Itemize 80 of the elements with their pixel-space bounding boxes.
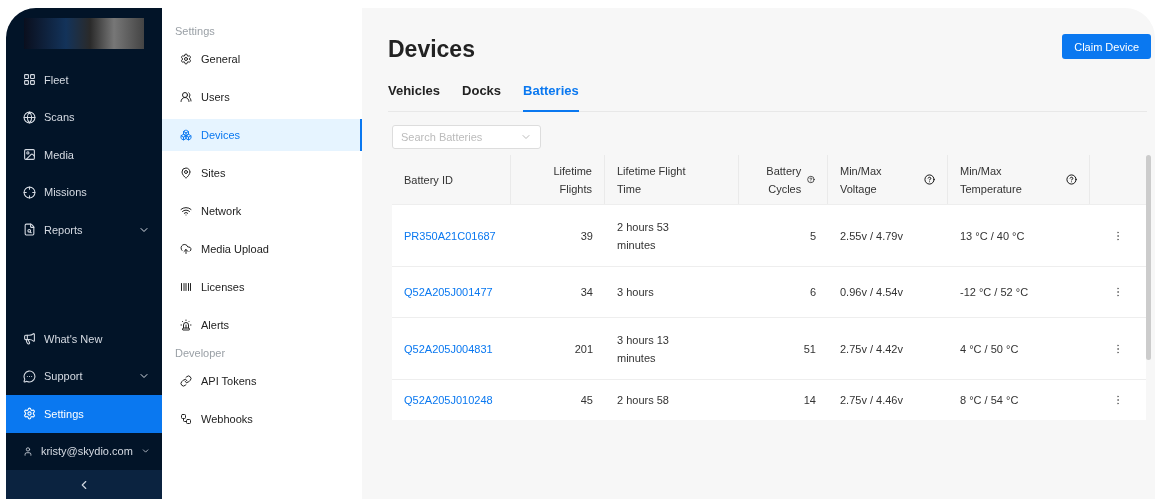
sidebar-item[interactable]: Settings — [6, 395, 162, 433]
table-cell-text: 3 hours 13 minutes — [616, 332, 670, 366]
table-cell-text: 2 hours 58 — [616, 393, 670, 408]
claim-device-button[interactable]: Claim Device — [1062, 34, 1151, 59]
table-cell-text: -12 °C / 52 °C — [959, 285, 1030, 300]
menu-item[interactable]: Alerts — [162, 309, 362, 341]
menu-item[interactable]: General — [162, 43, 362, 75]
table-cell-text: 2.75v / 4.46v — [839, 393, 904, 408]
table-cell-text: 14 — [802, 393, 817, 408]
sidebar-item[interactable]: Media — [6, 136, 162, 174]
boxes-icon — [180, 129, 192, 141]
help-icon[interactable] — [924, 174, 935, 185]
column-header: Battery ID — [404, 172, 453, 188]
barcode-icon — [180, 281, 192, 293]
menu-item[interactable]: Media Upload — [162, 233, 362, 265]
tab[interactable]: Docks — [462, 77, 502, 112]
search-field[interactable]: Search Batteries — [392, 125, 541, 149]
table-cell-text: 0.96v / 4.54v — [839, 285, 904, 300]
page-title: Devices — [388, 36, 475, 63]
menu-item[interactable]: Webhooks — [162, 403, 362, 435]
battery-id-link[interactable]: Q52A205J010248 — [392, 391, 511, 409]
battery-id-link[interactable]: PR350A21C01687 — [392, 226, 511, 245]
column-header: Lifetime Flight Time — [617, 163, 687, 197]
battery-id-link[interactable]: Q52A205J001477 — [392, 283, 511, 301]
sidebar-item[interactable]: Reports — [6, 211, 162, 249]
table-cell-text: 3 hours — [616, 285, 655, 300]
file-search-icon — [23, 223, 36, 237]
menu-item[interactable]: Devices — [162, 119, 362, 151]
table-cell-text: 6 — [808, 285, 817, 300]
map-pin-icon — [180, 167, 192, 179]
sidebar-item[interactable]: Support — [6, 357, 162, 395]
table-cell-text: 34 — [579, 285, 594, 300]
table-cell-text: 13 °C / 40 °C — [959, 228, 1026, 244]
image-icon — [23, 148, 36, 162]
sidebar-item[interactable]: kristy@skydio.com — [6, 432, 162, 470]
grid-icon — [23, 73, 36, 87]
megaphone-icon — [23, 332, 36, 346]
column-header: Min/Max Voltage — [840, 163, 883, 197]
menu-item[interactable]: Network — [162, 195, 362, 227]
menu-item[interactable]: Users — [162, 81, 362, 113]
globe-icon — [23, 110, 36, 124]
menu-heading: Developer — [174, 346, 227, 361]
workflow-icon — [180, 413, 192, 425]
siren-icon — [180, 319, 192, 331]
scrollbar-thumb[interactable] — [1146, 155, 1151, 360]
sidebar-item[interactable]: Scans — [6, 98, 162, 136]
table-cell-text: 39 — [579, 228, 594, 244]
users-icon — [180, 91, 192, 103]
crosshair-icon — [23, 185, 36, 199]
table-cell-text: 5 — [808, 228, 817, 244]
table-cell-text: 4 °C / 50 °C — [959, 341, 1020, 357]
table-cell-text: 8 °C / 54 °C — [959, 393, 1020, 408]
settings-icon — [180, 53, 192, 65]
chat-bubble-icon — [23, 369, 36, 383]
cloud-upload-icon — [180, 243, 192, 255]
table-cell-text: 2.55v / 4.79v — [839, 228, 904, 244]
sidebar-item[interactable]: Fleet — [6, 61, 162, 99]
tab[interactable]: Vehicles — [388, 77, 441, 112]
column-header: Lifetime Flights — [552, 163, 592, 197]
table-cell-text: 51 — [802, 341, 817, 357]
user-icon — [23, 444, 33, 458]
menu-heading: Settings — [174, 24, 216, 39]
table-cell-text: 2 hours 53 minutes — [616, 219, 670, 253]
help-icon[interactable] — [807, 174, 815, 185]
tab[interactable]: Batteries — [523, 77, 579, 112]
table-cell-text: 45 — [579, 393, 594, 408]
help-icon[interactable] — [1066, 174, 1077, 185]
settings-icon — [23, 407, 36, 421]
column-header: Battery Cycles — [765, 163, 802, 197]
table-cell-text: 201 — [573, 341, 594, 357]
table-cell-text: 2.75v / 4.42v — [839, 341, 904, 357]
sidebar-item[interactable]: What's New — [6, 320, 162, 358]
column-header: Min/Max Temperature — [960, 163, 1023, 197]
sidebar-item[interactable]: Missions — [6, 173, 162, 211]
link-icon — [180, 375, 192, 387]
battery-id-link[interactable]: Q52A205J004831 — [392, 339, 511, 358]
wifi-icon — [180, 205, 192, 217]
menu-item[interactable]: Licenses — [162, 271, 362, 303]
menu-item[interactable]: API Tokens — [162, 365, 362, 397]
menu-item[interactable]: Sites — [162, 157, 362, 189]
